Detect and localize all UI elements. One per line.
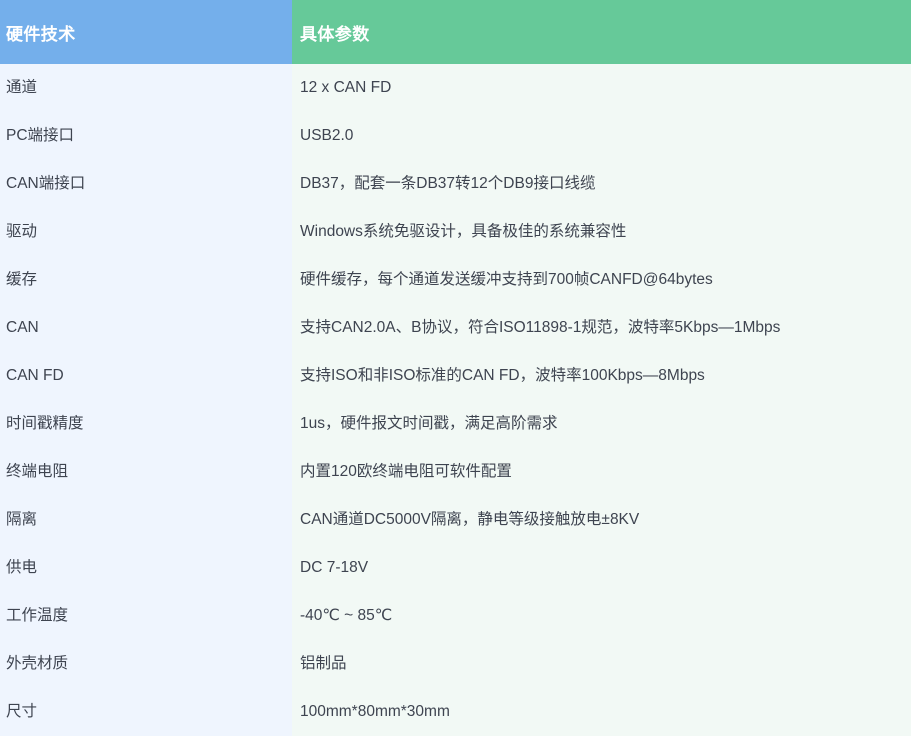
spec-value-cell: 支持CAN2.0A、B协议，符合ISO11898-1规范，波特率5Kbps—1M… <box>292 304 911 352</box>
table-row: 尺寸 100mm*80mm*30mm <box>0 688 911 736</box>
spec-value-cell: 支持ISO和非ISO标准的CAN FD，波特率100Kbps—8Mbps <box>292 352 911 400</box>
spec-feature-cell: 外壳材质 <box>0 640 292 688</box>
spec-value-cell: 100mm*80mm*30mm <box>292 688 911 736</box>
spec-feature-cell: PC端接口 <box>0 112 292 160</box>
spec-feature-cell: CAN <box>0 304 292 352</box>
table-header-row: 硬件技术 具体参数 <box>0 0 911 64</box>
spec-feature-cell: 尺寸 <box>0 688 292 736</box>
spec-value-cell: 硬件缓存，每个通道发送缓冲支持到700帧CANFD@64bytes <box>292 256 911 304</box>
table-row: 驱动 Windows系统免驱设计，具备极佳的系统兼容性 <box>0 208 911 256</box>
table-row: 缓存 硬件缓存，每个通道发送缓冲支持到700帧CANFD@64bytes <box>0 256 911 304</box>
table-row: 时间戳精度 1us，硬件报文时间戳，满足高阶需求 <box>0 400 911 448</box>
spec-feature-cell: CAN端接口 <box>0 160 292 208</box>
table-row: 供电 DC 7-18V <box>0 544 911 592</box>
column-header-feature: 硬件技术 <box>0 0 292 64</box>
table-header: 硬件技术 具体参数 <box>0 0 911 64</box>
table-row: 通道 12 x CAN FD <box>0 64 911 112</box>
table-row: CAN端接口 DB37，配套一条DB37转12个DB9接口线缆 <box>0 160 911 208</box>
table-row: 外壳材质 铝制品 <box>0 640 911 688</box>
spec-value-cell: 12 x CAN FD <box>292 64 911 112</box>
spec-value-cell: 1us，硬件报文时间戳，满足高阶需求 <box>292 400 911 448</box>
table-row: 隔离 CAN通道DC5000V隔离，静电等级接触放电±8KV <box>0 496 911 544</box>
spec-feature-cell: 时间戳精度 <box>0 400 292 448</box>
column-header-value: 具体参数 <box>292 0 911 64</box>
table-body: 通道 12 x CAN FD PC端接口 USB2.0 CAN端接口 DB37，配套一条D… <box>0 64 911 736</box>
spec-feature-cell: 驱动 <box>0 208 292 256</box>
spec-feature-cell: 工作温度 <box>0 592 292 640</box>
spec-feature-cell: 终端电阻 <box>0 448 292 496</box>
spec-value-cell: DB37，配套一条DB37转12个DB9接口线缆 <box>292 160 911 208</box>
spec-value-cell: DC 7-18V <box>292 544 911 592</box>
table-row: 工作温度 -40℃ ~ 85℃ <box>0 592 911 640</box>
spec-feature-cell: 缓存 <box>0 256 292 304</box>
spec-value-cell: 铝制品 <box>292 640 911 688</box>
spec-feature-cell: 通道 <box>0 64 292 112</box>
spec-feature-cell: 隔离 <box>0 496 292 544</box>
table-row: CAN 支持CAN2.0A、B协议，符合ISO11898-1规范，波特率5Kbps… <box>0 304 911 352</box>
spec-feature-cell: 供电 <box>0 544 292 592</box>
hardware-spec-table: 硬件技术 具体参数 通道 12 x CAN FD PC端接口 USB2.0 CAN端接口… <box>0 0 911 736</box>
table-row: CAN FD 支持ISO和非ISO标准的CAN FD，波特率100Kbps—8Mb… <box>0 352 911 400</box>
spec-value-cell: Windows系统免驱设计，具备极佳的系统兼容性 <box>292 208 911 256</box>
spec-value-cell: CAN通道DC5000V隔离，静电等级接触放电±8KV <box>292 496 911 544</box>
table-row: 终端电阻 内置120欧终端电阻可软件配置 <box>0 448 911 496</box>
table-row: PC端接口 USB2.0 <box>0 112 911 160</box>
spec-value-cell: -40℃ ~ 85℃ <box>292 592 911 640</box>
spec-value-cell: 内置120欧终端电阻可软件配置 <box>292 448 911 496</box>
spec-value-cell: USB2.0 <box>292 112 911 160</box>
spec-feature-cell: CAN FD <box>0 352 292 400</box>
